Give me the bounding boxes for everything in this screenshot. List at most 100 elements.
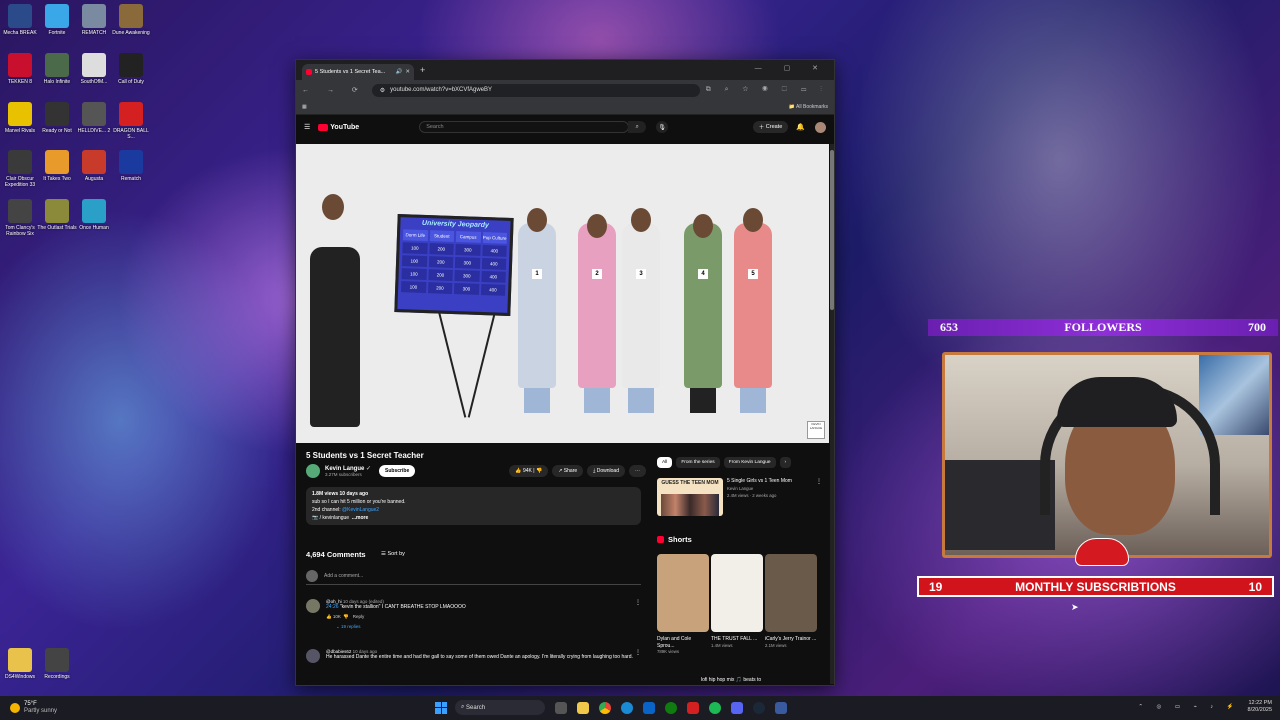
desktop-icon[interactable]: Clair Obscur Expedition 33 [0, 150, 40, 188]
next-recommendation-title[interactable]: lofi hip hop mix 🎵 beats to [701, 677, 761, 683]
steam-icon[interactable] [753, 701, 765, 714]
youtube-logo[interactable]: YouTube [318, 123, 359, 131]
search-input[interactable]: Search [419, 121, 630, 133]
apps-icon[interactable]: ▦ [302, 104, 307, 110]
desktop-icon-label: DRAGON BALL S... [113, 128, 149, 140]
description-box[interactable]: 1.8M views 10 days ago sub so I can hit … [306, 487, 641, 525]
desktop-icon[interactable]: Once Human [74, 199, 114, 231]
desktop-icon[interactable]: SouthOfM... [74, 53, 114, 85]
more-actions-button[interactable]: ⋯ [629, 465, 646, 477]
short-item[interactable]: Dylan and Cole Sprou... 789K views [657, 554, 709, 654]
url-field[interactable]: ⚙ youtube.com/watch?v=bXCVfAgweBY [371, 83, 700, 97]
clock[interactable]: 12:22 PM 8/20/2025 [1248, 700, 1272, 714]
edge-icon[interactable] [621, 701, 633, 714]
board-value: 400 [480, 283, 506, 296]
desktop-icon-label: Mecha BREAK [3, 30, 37, 36]
outlook-icon[interactable] [643, 701, 655, 714]
add-comment-input[interactable]: Add a comment... [324, 573, 363, 579]
short-item[interactable]: iCarly's Jerry Trainor ... 2.1M views [765, 554, 817, 648]
channel-watermark[interactable]: KEVIN LANGUE [807, 421, 825, 439]
add-comment-row[interactable]: Add a comment... [306, 570, 641, 585]
subscribe-button[interactable]: Subscribe [379, 465, 416, 477]
short-thumbnail[interactable] [711, 554, 763, 632]
account-avatar[interactable] [815, 121, 826, 133]
chip-from-series[interactable]: From the series [676, 457, 720, 468]
weather-widget[interactable]: 75°F Partly sunny [10, 701, 57, 715]
student-figure [578, 223, 616, 388]
site-info-icon[interactable]: ⚙ [380, 87, 385, 94]
discord-icon[interactable] [731, 701, 743, 714]
spotify-icon[interactable] [709, 701, 721, 714]
desktop-icon[interactable]: The Outlast Trials [37, 199, 77, 231]
desktop-icon[interactable]: Recordings [37, 648, 77, 680]
start-windows-icon[interactable] [435, 701, 447, 714]
comment-avatar[interactable] [306, 649, 320, 663]
scrollbar-thumb[interactable] [830, 150, 834, 310]
desktop-icon[interactable]: DS4Windows [0, 648, 40, 680]
menu-icon[interactable]: ☰ [304, 123, 310, 131]
desktop-icon[interactable]: Ready or Not [37, 102, 77, 134]
chip-all[interactable]: All [657, 457, 673, 468]
recommended-thumbnail[interactable]: GUESS THE TEEN MOM [657, 478, 723, 516]
chip-next-arrow[interactable]: › [779, 457, 792, 468]
mic-icon[interactable]: 🎙 [656, 121, 669, 133]
video-player[interactable]: University Jeopardy Dorm LifeStudent Mem… [296, 144, 829, 443]
close-tab-icon[interactable]: ✕ [405, 69, 410, 75]
nav-buttons[interactable]: ← → ⟳ [302, 86, 366, 94]
xbox-icon[interactable] [665, 701, 677, 714]
student-number: 4 [698, 269, 708, 279]
short-thumbnail[interactable] [765, 554, 817, 632]
more-link[interactable]: ...more [352, 515, 368, 521]
desktop-icon[interactable]: HELLDIVE... 2 [74, 102, 114, 134]
search-icon[interactable]: ⌕ [628, 121, 647, 133]
download-button[interactable]: ⤓ Download [587, 465, 625, 477]
comment-timestamp-link[interactable]: 24:26 [326, 604, 339, 610]
comment-avatar[interactable] [306, 599, 320, 613]
tab-title: 5 Students vs 1 Secret Tea... [315, 69, 386, 75]
chip-from-channel[interactable]: From Kevin Langue [723, 457, 776, 468]
speaker-icon[interactable]: 🔊 [396, 69, 403, 75]
youtube-app-icon[interactable] [687, 701, 699, 714]
sort-by-button[interactable]: ☰ Sort by [381, 551, 405, 557]
desktop-icon[interactable]: Tom Clancy's Rainbow Six [0, 199, 40, 237]
video-title: 5 Students vs 1 Secret Teacher [306, 451, 424, 460]
app-icon[interactable] [775, 701, 787, 714]
desktop-icon[interactable]: Call of Duty [111, 53, 151, 85]
channel-avatar[interactable] [306, 464, 320, 478]
comment-menu-icon[interactable]: ⋮ [635, 649, 641, 663]
channel-link[interactable]: @KevinLangue2 [342, 507, 379, 513]
desktop-icon[interactable]: REMATCH [74, 4, 114, 36]
taskbar-search[interactable]: ⌕ Search [455, 700, 545, 715]
window-controls[interactable]: — ▢ ✕ [755, 64, 828, 72]
desktop-icon[interactable]: It Takes Two [37, 150, 77, 182]
short-thumbnail[interactable] [657, 554, 709, 632]
student-head [631, 208, 651, 232]
comment-menu-icon[interactable]: ⋮ [635, 599, 641, 630]
desktop-icon[interactable]: Dune Awakening [111, 4, 151, 36]
desktop-icon[interactable]: DRAGON BALL S... [111, 102, 151, 140]
recommended-video[interactable]: GUESS THE TEEN MOM 5 Single Girls vs 1 T… [657, 478, 822, 516]
browser-tab[interactable]: 5 Students vs 1 Secret Tea... 🔊 ✕ [302, 64, 414, 80]
view-replies[interactable]: ⌄ 19 replies [336, 624, 466, 630]
tray-icons[interactable]: ⌃ ◎ ▭ ⌁ ♪ ⚡ [1138, 704, 1239, 710]
desktop-icon[interactable]: Mecha BREAK [0, 4, 40, 36]
task-view-icon[interactable] [555, 701, 567, 714]
notification-bell-icon[interactable]: 🔔 [796, 123, 805, 131]
comment-actions[interactable]: 👍 10K 👎 Reply [326, 614, 466, 620]
like-button[interactable]: 👍 94K | 👎 [509, 465, 549, 477]
desktop-icon[interactable]: Fortnite [37, 4, 77, 36]
all-bookmarks[interactable]: 📁 All Bookmarks [789, 104, 828, 110]
share-button[interactable]: ↗ Share [552, 465, 584, 477]
desktop-icon[interactable]: Marvel Rivals [0, 102, 40, 134]
extension-icons[interactable]: ⧉ ⌕ ☆ ◉ ⬚ ▭ ⋮ [706, 86, 828, 94]
desktop-icon[interactable]: Halo Infinite [37, 53, 77, 85]
new-tab-button[interactable]: + [420, 65, 425, 75]
desktop-icon[interactable]: TEKKEN 8 [0, 53, 40, 85]
desktop-icon[interactable]: Augusta [74, 150, 114, 182]
chrome-icon[interactable] [599, 701, 611, 714]
short-item[interactable]: THE TRUST FALL ... 1.4M views [711, 554, 763, 648]
desktop-icon[interactable]: Rematch [111, 150, 151, 182]
create-button[interactable]: ＋ Create [752, 121, 789, 133]
recommended-menu-icon[interactable]: ⋮ [816, 478, 822, 516]
file-explorer-icon[interactable] [577, 701, 589, 714]
